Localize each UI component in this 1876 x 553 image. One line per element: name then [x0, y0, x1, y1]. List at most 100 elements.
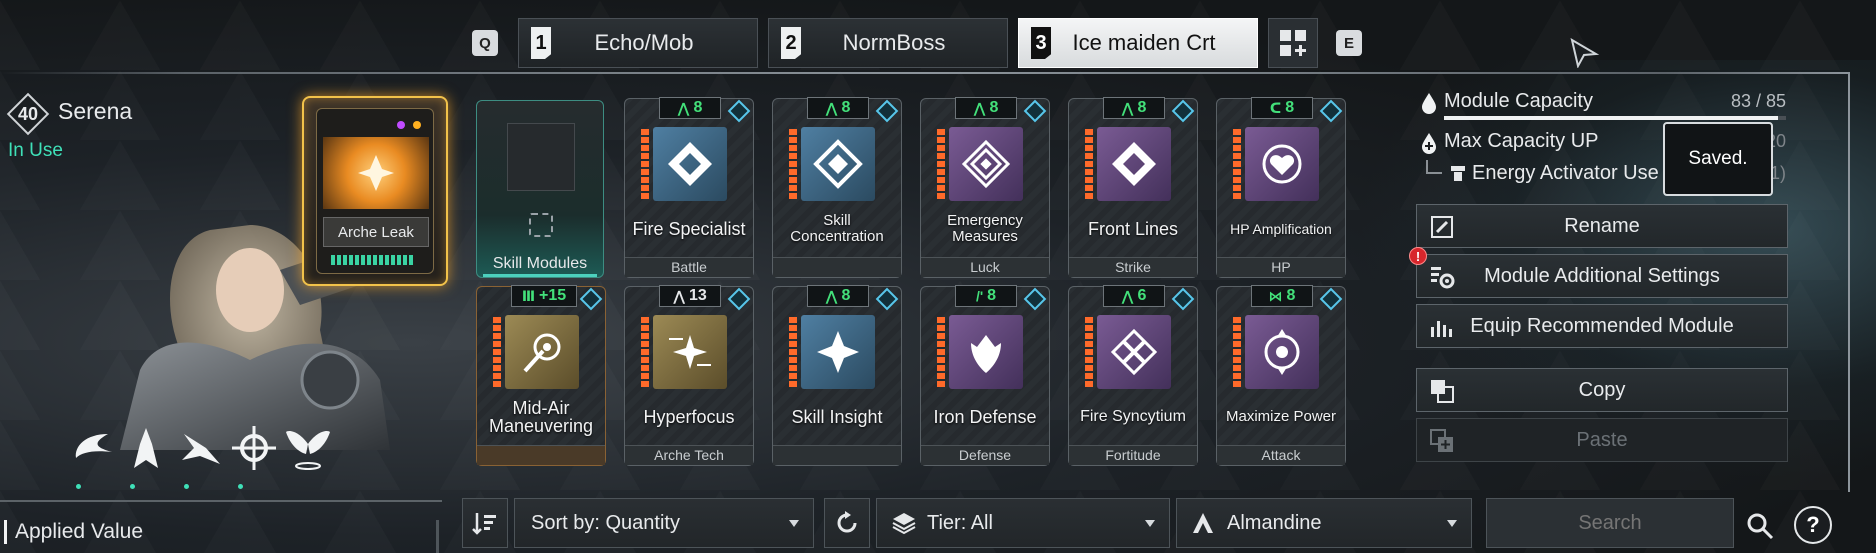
fire-specialist-icon: [653, 127, 727, 201]
preset-number: 1: [531, 27, 551, 59]
paste-button[interactable]: Paste: [1416, 418, 1788, 462]
equip-recommended-label: Equip Recommended Module: [1470, 314, 1734, 337]
skill-5-icon[interactable]: [282, 422, 334, 474]
preset-label: NormBoss: [842, 30, 946, 55]
module-card-hp-amplification[interactable]: ᑕ8 HP Amplification HP: [1216, 97, 1346, 278]
rename-label: Rename: [1564, 214, 1640, 237]
copy-icon: [1429, 379, 1455, 403]
empty-slot-icon: [529, 213, 553, 237]
preset-tab-2[interactable]: 2 NormBoss: [768, 18, 1008, 68]
module-cost: ⋈ 8: [1251, 285, 1313, 307]
module-level-bars: [1085, 129, 1093, 201]
tier-dropdown[interactable]: Tier: All: [876, 498, 1170, 548]
socket-gem-icon: [875, 99, 899, 123]
reactor-card[interactable]: Arche Leak: [302, 96, 448, 286]
preset-tab-1[interactable]: 1 Echo/Mob: [518, 18, 758, 68]
socket-gem-icon: [579, 287, 603, 311]
skill-4-icon[interactable]: [228, 422, 280, 474]
module-base-type: Attack: [1217, 445, 1345, 465]
socket-gem-icon: [1023, 287, 1047, 311]
frame-line-right: [1848, 72, 1850, 492]
add-preset-button[interactable]: [1268, 18, 1318, 68]
module-additional-settings-label: Module Additional Settings: [1484, 264, 1720, 287]
reactor-element-dots: [397, 121, 421, 129]
preset-tab-3[interactable]: 3 Ice maiden Crt: [1018, 18, 1258, 68]
module-name: Mid-Air Maneuvering: [488, 398, 594, 436]
module-cost: Ⅲ +15: [511, 285, 577, 307]
emergency-measures-icon: [949, 127, 1023, 201]
module-name: Skill Concentration: [790, 212, 884, 245]
module-name: Skill Insight: [791, 407, 883, 427]
module-card-hyperfocus[interactable]: ⋀ 13 Hyperfocus Arche Tech: [624, 285, 754, 466]
copy-button[interactable]: Copy: [1416, 368, 1788, 412]
module-card-front-lines[interactable]: ⋀ 8 Front Lines Strike: [1068, 97, 1198, 278]
module-card-iron-defense[interactable]: /' 8 Iron Defense Defense: [920, 285, 1050, 466]
skill-module-slot-label: Skill Modules: [492, 255, 588, 272]
max-capacity-label: Max Capacity UP: [1444, 130, 1599, 152]
search-icon: [1747, 513, 1774, 540]
module-level-bars: [1233, 317, 1241, 389]
heart-icon: [1245, 127, 1319, 201]
settings-gear-icon: [1429, 265, 1455, 289]
sort-dropdown-value: Sort by: Quantity: [531, 511, 680, 534]
maximize-power-icon: [1245, 315, 1319, 389]
module-cost: ⋀ 8: [807, 97, 869, 119]
skill-3-icon[interactable]: [174, 422, 226, 474]
socket-type-dropdown[interactable]: Almandine: [1176, 498, 1472, 548]
socket-gem-icon: [875, 287, 899, 311]
equip-recommended-button[interactable]: Equip Recommended Module: [1416, 304, 1788, 348]
skill-2-icon[interactable]: [120, 422, 172, 474]
module-capacity-row: Module Capacity 83 / 85: [1418, 88, 1786, 116]
sort-dropdown[interactable]: Sort by: Quantity: [514, 498, 814, 548]
search-input[interactable]: [1486, 498, 1734, 548]
socket-gem-icon: [1319, 99, 1343, 123]
module-card-maximize-power[interactable]: ⋈ 8 Maximize Power Attack: [1216, 285, 1346, 466]
key-hint-e: E: [1336, 30, 1362, 56]
module-additional-settings-button[interactable]: ! Module Additional Settings: [1409, 247, 1788, 298]
socket-gem-icon: [1171, 99, 1195, 123]
rename-button[interactable]: Rename: [1416, 204, 1788, 248]
sort-order-button[interactable]: [462, 498, 508, 548]
frame-line: [0, 72, 1850, 74]
module-card-emergency-measures[interactable]: ⋀ 8 Emergency Measures Luck: [920, 97, 1050, 278]
paste-label: Paste: [1576, 428, 1628, 451]
module-name: Emergency Measures: [947, 212, 1023, 245]
skill-active-dot: [184, 484, 189, 489]
level-value: 40: [17, 103, 39, 124]
module-cost: ⋀ 13: [659, 285, 721, 307]
reactor-name: Arche Leak: [323, 217, 429, 247]
key-hint-q: Q: [472, 30, 498, 56]
module-capacity-value: 83 / 85: [1730, 91, 1786, 111]
module-cost: ⋀ 8: [955, 97, 1017, 119]
tier-dropdown-value: Tier: All: [927, 511, 993, 534]
module-card-mid-air-maneuvering[interactable]: Ⅲ +15 Mid-Air Maneuvering: [476, 285, 606, 466]
refresh-icon: [837, 511, 857, 533]
layers-icon: [892, 513, 916, 535]
module-base-type: Battle: [625, 257, 753, 277]
module-base-type: Fortitude: [1069, 445, 1197, 465]
copy-label: Copy: [1578, 378, 1626, 401]
chevron-down-icon: [1145, 520, 1155, 527]
skill-1-icon[interactable]: [66, 422, 118, 474]
refresh-button[interactable]: [824, 498, 870, 548]
skill-module-slot[interactable]: Skill Modules: [476, 100, 604, 278]
module-card-fire-specialist[interactable]: ⋀ 8 Fire Specialist Battle: [624, 97, 754, 278]
search-button[interactable]: [1740, 506, 1780, 546]
sort-order-icon: [472, 513, 496, 535]
module-level-bars: [937, 129, 945, 201]
socket-gem-icon: [727, 287, 751, 311]
module-card-fire-syncytium[interactable]: ⋀ 6 Fire Syncytium Fortitude: [1068, 285, 1198, 466]
module-cost: ᑕ8: [1251, 97, 1313, 119]
module-card-skill-concentration[interactable]: ⋀ 8 Skill Concentration: [772, 97, 902, 278]
module-card-skill-insight[interactable]: ⋀ 8 Skill Insight: [772, 285, 902, 466]
chevron-down-icon: [1447, 520, 1457, 527]
module-level-bars: [641, 317, 649, 389]
iron-defense-icon: [949, 315, 1023, 389]
help-button[interactable]: ?: [1794, 506, 1832, 544]
skill-concentration-icon: [801, 127, 875, 201]
module-level-bars: [789, 317, 797, 389]
divider: [0, 500, 442, 502]
module-capacity-label: Module Capacity: [1444, 90, 1593, 112]
socket-gem-icon: [727, 99, 751, 123]
mouse-cursor-icon: [1570, 37, 1600, 73]
